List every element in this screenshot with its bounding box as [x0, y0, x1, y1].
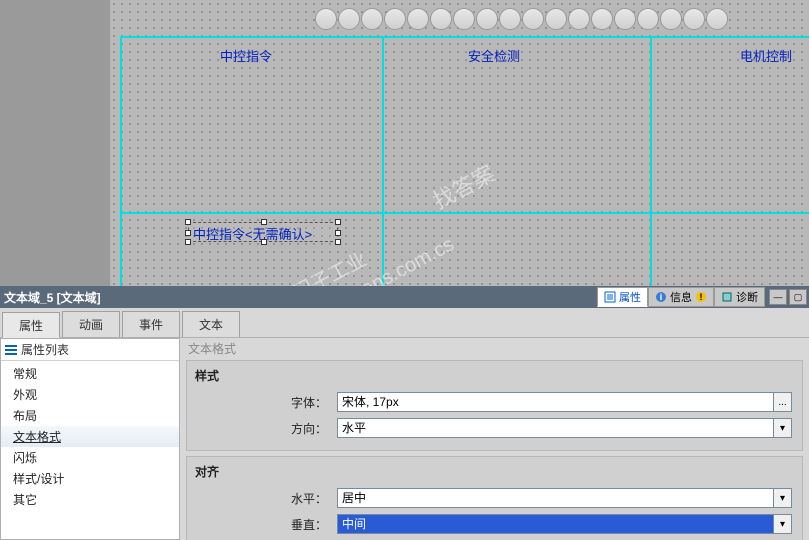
collapse-button[interactable]: — — [769, 289, 787, 305]
indicator-circle[interactable] — [522, 8, 544, 30]
font-browse-button[interactable]: ... — [774, 392, 792, 412]
field-row-direction: 方向： 水平 ▾ — [187, 416, 802, 440]
selected-text-object[interactable]: 中控指令<无需确认> — [188, 222, 338, 242]
selection-handle[interactable] — [335, 239, 341, 245]
valign-select[interactable]: 中间 — [337, 514, 774, 534]
expand-button[interactable]: ▢ — [789, 289, 807, 305]
inspector-title: 文本域_5 [文本域] — [0, 289, 101, 306]
indicator-circle[interactable] — [591, 8, 613, 30]
pane-tabs: 属性 i 信息 ! 诊断 — [597, 287, 765, 307]
indicator-circle[interactable] — [545, 8, 567, 30]
prop-item-1[interactable]: 外观 — [1, 384, 179, 405]
prop-item-0[interactable]: 常规 — [1, 363, 179, 384]
selection-handle[interactable] — [185, 239, 191, 245]
group-align: 对齐 水平： 居中 ▾ 垂直： 中间 ▾ — [186, 456, 803, 540]
indicator-circle[interactable] — [683, 8, 705, 30]
lower-panel: 属性列表 常规外观布局文本格式闪烁样式/设计其它 文本格式 样式 字体： 宋体,… — [0, 338, 809, 540]
properties-icon — [604, 291, 616, 303]
indicator-circle[interactable] — [315, 8, 337, 30]
pane-tab-diagnostics[interactable]: 诊断 — [714, 287, 765, 307]
pane-tab-label: 属性 — [619, 289, 641, 305]
property-list-header-text: 属性列表 — [21, 341, 69, 358]
font-input[interactable]: 宋体, 17px — [337, 392, 774, 412]
field-row-valign: 垂直： 中间 ▾ — [187, 512, 802, 536]
pane-tab-properties[interactable]: 属性 — [597, 287, 648, 307]
field-row-halign: 水平： 居中 ▾ — [187, 486, 802, 510]
indicator-circle[interactable] — [706, 8, 728, 30]
field-label-font: 字体： — [187, 394, 337, 411]
pane-tab-info[interactable]: i 信息 ! — [648, 287, 714, 307]
indicator-circle[interactable] — [637, 8, 659, 30]
guide-hline — [120, 36, 809, 38]
field-label-direction: 方向： — [187, 420, 337, 437]
group-style: 样式 字体： 宋体, 17px ... 方向： 水平 ▾ — [186, 360, 803, 451]
selection-handle[interactable] — [261, 219, 267, 225]
main-tab-text[interactable]: 文本 — [182, 311, 240, 337]
indicator-circle[interactable] — [453, 8, 475, 30]
main-tab-animation[interactable]: 动画 — [62, 311, 120, 337]
guide-vline — [650, 36, 652, 286]
prop-item-3[interactable]: 文本格式 — [1, 426, 179, 447]
canvas-grid[interactable]: 中控指令 安全检测 电机控制 中控指令<无需确认> — [110, 0, 809, 286]
property-list-pane: 属性列表 常规外观布局文本格式闪烁样式/设计其它 — [0, 338, 180, 540]
warning-icon: ! — [695, 291, 707, 303]
guide-vline — [120, 36, 122, 286]
direction-select[interactable]: 水平 — [337, 418, 774, 438]
property-list[interactable]: 常规外观布局文本格式闪烁样式/设计其它 — [1, 361, 179, 539]
indicator-circle[interactable] — [499, 8, 521, 30]
indicator-circle[interactable] — [568, 8, 590, 30]
selection-handle[interactable] — [185, 219, 191, 225]
selection-handle[interactable] — [335, 219, 341, 225]
dropdown-button[interactable]: ▾ — [774, 418, 792, 438]
dropdown-button[interactable]: ▾ — [774, 488, 792, 508]
field-label-valign: 垂直： — [187, 516, 337, 533]
group-title-align: 对齐 — [187, 457, 802, 486]
canvas-margin — [0, 0, 110, 286]
content-crumb: 文本格式 — [188, 338, 236, 358]
field-row-font: 字体： 宋体, 17px ... — [187, 390, 802, 414]
info-icon: i — [655, 291, 667, 303]
list-icon — [5, 344, 17, 356]
halign-select[interactable]: 居中 — [337, 488, 774, 508]
group-title-style: 样式 — [187, 361, 802, 390]
guide-vline — [382, 36, 384, 286]
selection-handle[interactable] — [261, 239, 267, 245]
inspector-titlebar: 文本域_5 [文本域] 属性 i 信息 ! 诊断 — ▢ — [0, 286, 809, 308]
indicator-circle[interactable] — [338, 8, 360, 30]
canvas-label-anquan[interactable]: 安全检测 — [468, 46, 520, 65]
property-list-header: 属性列表 — [1, 339, 179, 361]
indicator-row — [315, 8, 728, 30]
diagnostics-icon — [721, 291, 733, 303]
canvas-area[interactable]: 中控指令 安全检测 电机控制 中控指令<无需确认> 找答案 support.in… — [0, 0, 809, 286]
pane-tab-label: 诊断 — [736, 289, 758, 305]
property-content: 文本格式 样式 字体： 宋体, 17px ... 方向： 水平 ▾ 对齐 水 — [180, 338, 809, 540]
guide-hline — [120, 212, 809, 214]
selection-handle[interactable] — [335, 230, 341, 236]
indicator-circle[interactable] — [614, 8, 636, 30]
prop-item-4[interactable]: 闪烁 — [1, 447, 179, 468]
main-tab-properties[interactable]: 属性 — [2, 312, 60, 338]
canvas-label-dianji[interactable]: 电机控制 — [740, 46, 792, 65]
field-label-halign: 水平： — [187, 490, 337, 507]
prop-item-2[interactable]: 布局 — [1, 405, 179, 426]
svg-text:i: i — [660, 292, 663, 302]
indicator-circle[interactable] — [430, 8, 452, 30]
indicator-circle[interactable] — [384, 8, 406, 30]
main-tabstrip: 属性 动画 事件 文本 — [0, 308, 809, 338]
dropdown-button[interactable]: ▾ — [774, 514, 792, 534]
indicator-circle[interactable] — [361, 8, 383, 30]
selection-handle[interactable] — [185, 230, 191, 236]
selected-text-value: 中控指令<无需确认> — [193, 224, 312, 243]
indicator-circle[interactable] — [407, 8, 429, 30]
indicator-circle[interactable] — [476, 8, 498, 30]
prop-item-5[interactable]: 样式/设计 — [1, 468, 179, 489]
prop-item-6[interactable]: 其它 — [1, 489, 179, 510]
indicator-circle[interactable] — [660, 8, 682, 30]
pane-tab-label: 信息 — [670, 289, 692, 305]
canvas-label-zhongkong[interactable]: 中控指令 — [220, 46, 272, 65]
svg-text:!: ! — [700, 292, 703, 302]
main-tab-events[interactable]: 事件 — [122, 311, 180, 337]
